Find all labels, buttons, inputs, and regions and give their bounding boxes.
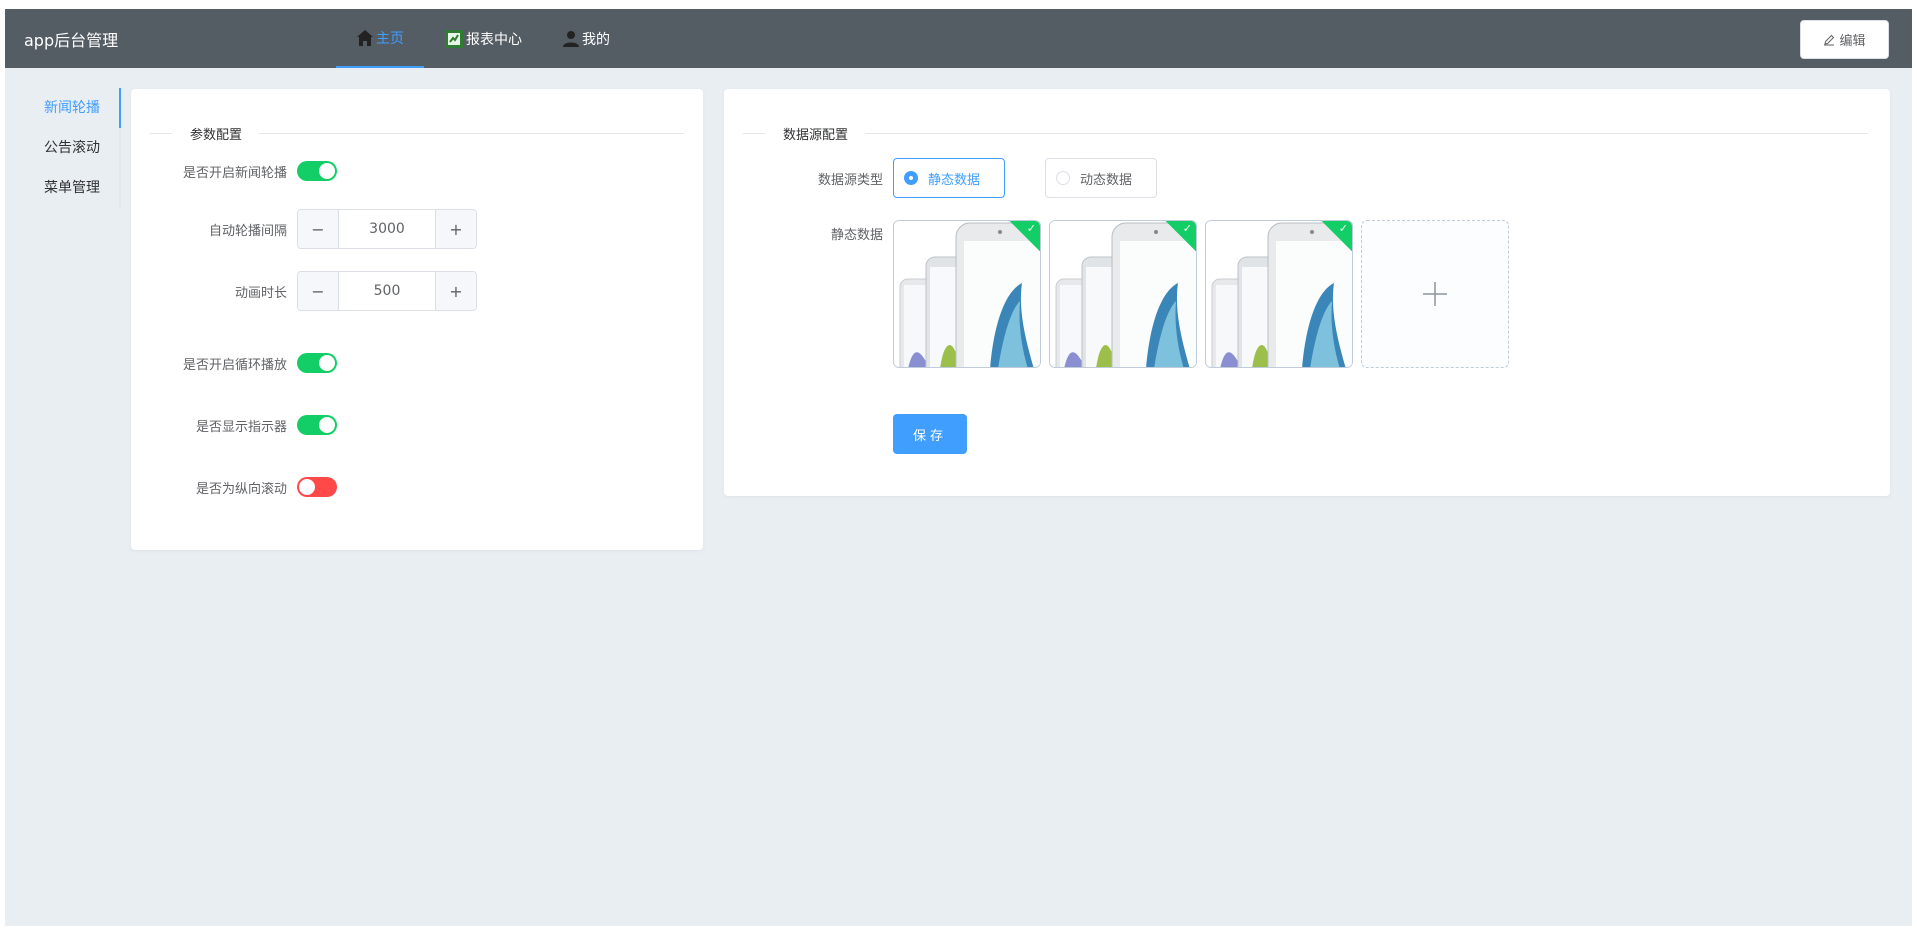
vertical-switch[interactable] — [297, 477, 337, 497]
duration-stepper: − 500 + — [297, 271, 477, 311]
radio-dot — [1056, 171, 1070, 185]
interval-increase-button[interactable]: + — [435, 210, 476, 248]
check-icon: ✓ — [1338, 222, 1348, 235]
params-card: 参数配置 是否开启新闻轮播 自动轮播间隔 − 3000 + 动画时长 − 500… — [131, 89, 703, 550]
uploaded-image[interactable]: ✓ — [893, 220, 1041, 368]
sidebar-item-news-carousel[interactable]: 新闻轮播 — [26, 88, 121, 128]
edit-label: 编辑 — [1839, 34, 1866, 49]
phone-image — [894, 221, 1040, 367]
side-menu: 新闻轮播 公告滚动 菜单管理 — [26, 88, 121, 208]
duration-label: 动画时长 — [234, 285, 287, 301]
enable-carousel-label: 是否开启新闻轮播 — [182, 165, 287, 181]
row-vertical: 是否为纵向滚动 — [131, 477, 337, 497]
radio-dot — [904, 171, 918, 185]
uploaded-image[interactable]: ✓ — [1205, 220, 1353, 368]
home-icon — [356, 29, 374, 47]
datasource-card: 数据源配置 数据源类型 静态数据 动态数据 静态数据 ✓ ✓ ✓ 保存 — [724, 89, 1890, 496]
duration-increase-button[interactable]: + — [435, 272, 476, 310]
app-frame: app后台管理 主页 报表中心 我的 编辑 新闻轮播 公告滚动 菜单管理 参数配… — [5, 9, 1912, 926]
phone-image — [1206, 221, 1352, 367]
save-button[interactable]: 保存 — [893, 414, 967, 454]
params-legend-text: 参数配置 — [190, 127, 243, 143]
interval-decrease-button[interactable]: − — [298, 210, 339, 248]
row-enable-carousel: 是否开启新闻轮播 — [131, 161, 337, 181]
duration-input[interactable]: 500 — [339, 272, 435, 310]
image-list: ✓ ✓ ✓ — [893, 220, 1509, 368]
nav-label: 我的 — [582, 31, 610, 48]
datasource-legend: 数据源配置 — [743, 123, 1868, 143]
radio-static-data[interactable]: 静态数据 — [893, 158, 1005, 198]
interval-input[interactable]: 3000 — [339, 210, 435, 248]
nav-label: 主页 — [376, 30, 404, 47]
loop-label: 是否开启循环播放 — [182, 357, 287, 373]
datasource-type-label: 数据源类型 — [817, 172, 883, 188]
row-interval: 自动轮播间隔 − 3000 + — [131, 209, 477, 249]
indicator-switch[interactable] — [297, 415, 337, 435]
pencil-icon — [1823, 34, 1835, 46]
top-nav: 主页 报表中心 我的 — [336, 9, 630, 68]
radio-dynamic-label: 动态数据 — [1080, 172, 1133, 188]
report-icon — [444, 29, 464, 49]
interval-label: 自动轮播间隔 — [208, 223, 287, 239]
row-indicator: 是否显示指示器 — [131, 415, 337, 435]
params-legend: 参数配置 — [150, 123, 684, 143]
row-save: 保存 — [893, 414, 967, 454]
static-data-label: 静态数据 — [830, 228, 883, 243]
loop-switch[interactable] — [297, 353, 337, 373]
datasource-legend-text: 数据源配置 — [783, 127, 849, 143]
top-header: app后台管理 主页 报表中心 我的 编辑 — [5, 9, 1912, 68]
row-datasource-type: 数据源类型 静态数据 动态数据 — [724, 158, 1197, 198]
check-icon: ✓ — [1026, 222, 1036, 235]
radio-static-label: 静态数据 — [928, 172, 981, 188]
sidebar-item-menu-manage[interactable]: 菜单管理 — [26, 168, 119, 208]
row-duration: 动画时长 − 500 + — [131, 271, 477, 311]
nav-item-home[interactable]: 主页 — [336, 9, 424, 68]
sidebar-item-notice-scroll[interactable]: 公告滚动 — [26, 128, 119, 168]
vertical-label: 是否为纵向滚动 — [195, 481, 287, 497]
user-icon — [562, 30, 580, 48]
phone-image — [1050, 221, 1196, 367]
app-title: app后台管理 — [24, 31, 119, 50]
enable-carousel-switch[interactable] — [297, 161, 337, 181]
nav-item-mine[interactable]: 我的 — [542, 9, 630, 68]
radio-dynamic-data[interactable]: 动态数据 — [1045, 158, 1157, 198]
nav-item-reports[interactable]: 报表中心 — [424, 9, 542, 68]
row-static-data: 静态数据 ✓ ✓ ✓ — [724, 220, 1509, 368]
edit-button[interactable]: 编辑 — [1800, 20, 1889, 59]
plus-icon — [1423, 282, 1447, 306]
interval-stepper: − 3000 + — [297, 209, 477, 249]
check-icon: ✓ — [1182, 222, 1192, 235]
nav-label: 报表中心 — [466, 31, 522, 48]
upload-image-button[interactable] — [1361, 220, 1509, 368]
duration-decrease-button[interactable]: − — [298, 272, 339, 310]
uploaded-image[interactable]: ✓ — [1049, 220, 1197, 368]
indicator-label: 是否显示指示器 — [195, 419, 287, 435]
row-loop: 是否开启循环播放 — [131, 353, 337, 373]
